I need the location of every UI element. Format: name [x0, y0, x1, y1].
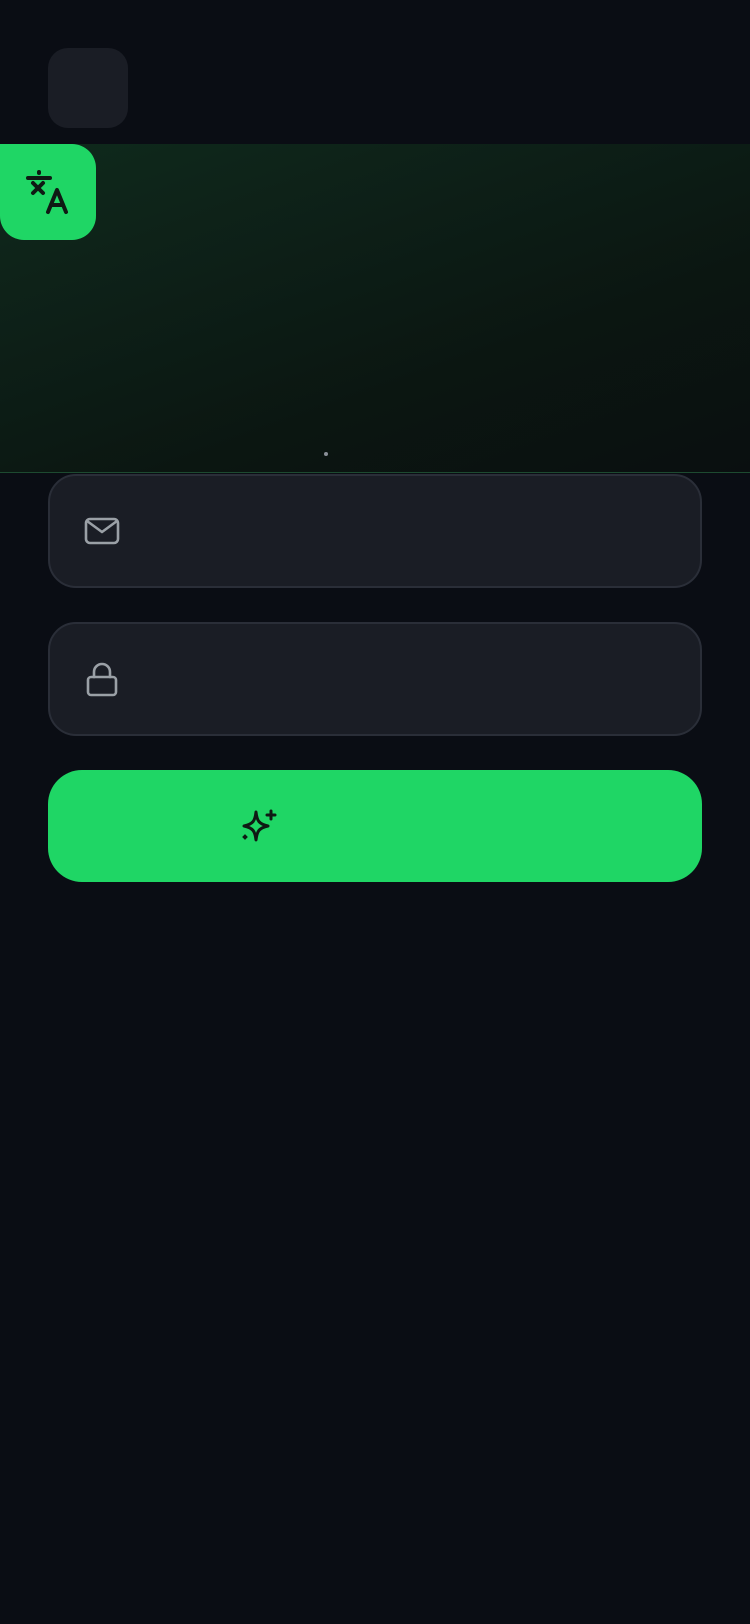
mail-icon	[84, 517, 120, 545]
sign-in-button[interactable]	[48, 770, 702, 882]
password-input[interactable]	[142, 648, 670, 710]
app-logo-placeholder	[48, 48, 128, 128]
sparkles-icon	[242, 809, 277, 842]
hero-banner	[0, 144, 750, 473]
carousel-indicator[interactable]	[324, 452, 328, 456]
email-input[interactable]	[142, 500, 670, 562]
language-button[interactable]	[0, 144, 96, 240]
lock-icon	[86, 662, 118, 697]
translate-icon	[26, 170, 68, 214]
password-field[interactable]	[48, 622, 702, 736]
email-field[interactable]	[48, 474, 702, 588]
login-screen	[0, 0, 750, 1624]
